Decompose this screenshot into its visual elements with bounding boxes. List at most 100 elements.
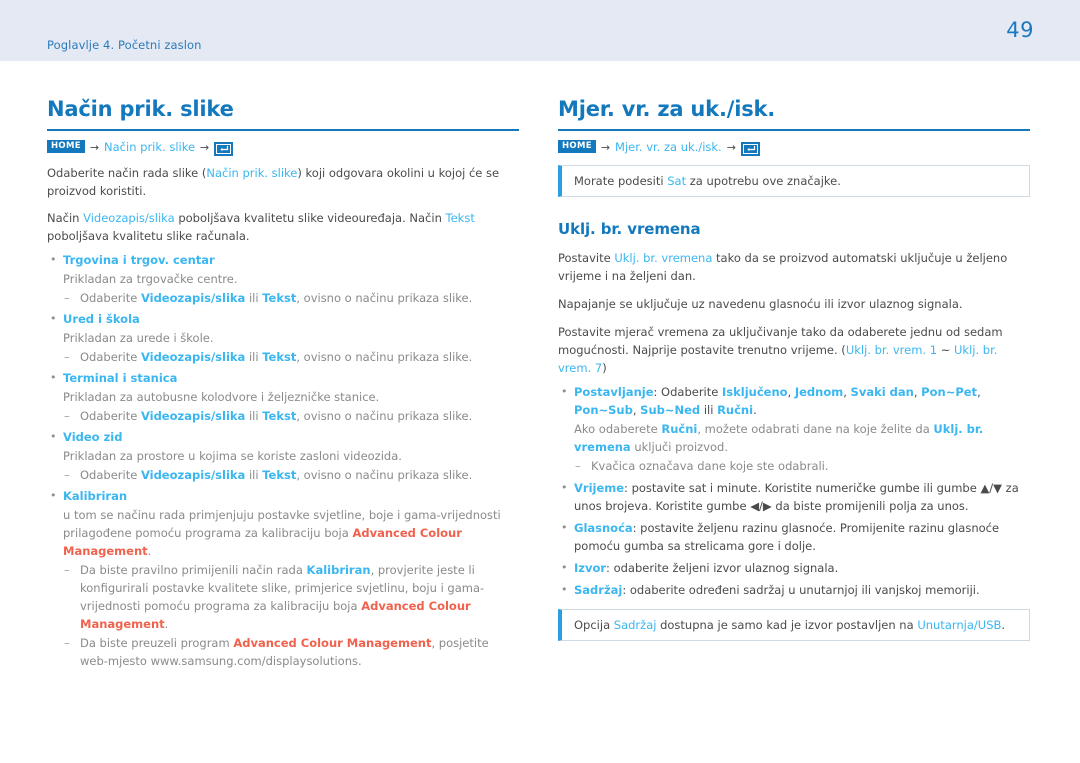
inline-link-tekst[interactable]: Tekst: [262, 350, 296, 364]
sub-list-item: Odaberite Videozapis/slika ili Tekst, ov…: [63, 289, 519, 307]
list-item[interactable]: Ured i škola Prikladan za urede i škole.…: [47, 310, 519, 366]
inline-link-tekst[interactable]: Tekst: [446, 211, 475, 225]
text: ili: [245, 468, 263, 482]
breadcrumb-item-label[interactable]: Način prik. slike: [104, 140, 195, 155]
inline-link-kalibriran[interactable]: Kalibriran: [307, 563, 371, 577]
text: uključi proizvod.: [630, 440, 728, 454]
option-rucni[interactable]: Ručni: [717, 403, 753, 417]
option-pon-sub[interactable]: Pon~Sub: [574, 403, 633, 417]
breadcrumb-item-label[interactable]: Mjer. vr. za uk./isk.: [615, 140, 722, 155]
arrow-icon: →: [600, 141, 611, 154]
page-number: 49: [1006, 18, 1034, 42]
sub-list: Odaberite Videozapis/slika ili Tekst, ov…: [63, 466, 519, 484]
text: Odaberite: [80, 468, 141, 482]
inline-link-sadrzaj[interactable]: Sadržaj: [614, 618, 657, 632]
left-intro-paragraph-1: Odaberite način rada slike (Način prik. …: [47, 164, 519, 200]
inline-link-tekst[interactable]: Tekst: [262, 468, 296, 482]
list-item[interactable]: Trgovina i trgov. centar Prikladan za tr…: [47, 251, 519, 307]
list-item-label[interactable]: Izvor: [574, 561, 606, 575]
chapter-label: Poglavlje 4. Početni zaslon: [47, 38, 202, 52]
inline-link-videozapis-slika[interactable]: Videozapis/slika: [141, 291, 245, 305]
list-item-kalibriran[interactable]: Kalibriran u tom se načinu rada primjenj…: [47, 487, 519, 670]
list-item-label[interactable]: Vrijeme: [574, 481, 624, 495]
text: ili: [245, 291, 263, 305]
right-title-rule: [558, 129, 1030, 131]
inline-link-tekst[interactable]: Tekst: [262, 409, 296, 423]
right-column: Mjer. vr. za uk./isk. HOME → Mjer. vr. z…: [558, 96, 1030, 641]
sub-list: Kvačica označava dane koje ste odabrali.: [574, 457, 1030, 475]
arrow-icon: →: [726, 141, 736, 154]
option-jednom[interactable]: Jednom: [795, 385, 843, 399]
list-item-label[interactable]: Sadržaj: [574, 583, 622, 597]
list-item-description: Prikladan za trgovačke centre.: [63, 272, 238, 286]
option-svaki-dan[interactable]: Svaki dan: [851, 385, 914, 399]
text: Ako odaberete: [574, 422, 662, 436]
inline-link-videozapis-slika[interactable]: Videozapis/slika: [83, 211, 175, 225]
list-item-label[interactable]: Glasnoća: [574, 521, 633, 535]
text: Odaberite: [80, 350, 141, 364]
list-item-glasnoca[interactable]: Glasnoća: postavite željenu razinu glasn…: [558, 519, 1030, 555]
text: .: [147, 544, 152, 558]
sub-list-item: Kvačica označava dane koje ste odabrali.: [574, 457, 1030, 475]
option-sub-ned[interactable]: Sub~Ned: [640, 403, 700, 417]
right-paragraph-3: Postavite mjerač vremena za uključivanje…: [558, 323, 1030, 377]
inline-link-videozapis-slika[interactable]: Videozapis/slika: [141, 468, 245, 482]
list-item-label[interactable]: Kalibriran: [63, 489, 127, 503]
text: Odaberite: [80, 409, 141, 423]
option-pon-pet[interactable]: Pon~Pet: [921, 385, 977, 399]
sub-list-item: Odaberite Videozapis/slika ili Tekst, ov…: [63, 348, 519, 366]
text: ,: [977, 385, 981, 399]
arrow-icon: →: [89, 141, 100, 154]
text: Postavite: [558, 251, 615, 265]
left-column: Način prik. slike HOME → Način prik. sli…: [47, 96, 519, 670]
text: Odaberite: [80, 291, 141, 305]
text: ,: [843, 385, 851, 399]
right-section-title: Mjer. vr. za uk./isk.: [558, 97, 776, 121]
home-chip[interactable]: HOME: [558, 140, 596, 153]
sub-list-item: Odaberite Videozapis/slika ili Tekst, ov…: [63, 407, 519, 425]
inline-link-sat[interactable]: Sat: [667, 174, 686, 188]
list-item-izvor[interactable]: Izvor: odaberite željeni izvor ulaznog s…: [558, 559, 1030, 577]
inline-link-unutarnja-usb[interactable]: Unutarnja/USB: [917, 618, 1001, 632]
list-item-label[interactable]: Terminal i stanica: [63, 371, 177, 385]
list-item-postavljanje[interactable]: Postavljanje: Odaberite Isključeno, Jedn…: [558, 383, 1030, 475]
left-mode-list: Trgovina i trgov. centar Prikladan za tr…: [47, 251, 519, 670]
text: Morate podesiti: [574, 174, 668, 188]
right-paragraph-1: Postavite Uklj. br. vremena tako da se p…: [558, 249, 1030, 285]
manual-page: Poglavlje 4. Početni zaslon 49 Način pri…: [0, 0, 1080, 763]
enter-key-icon: [214, 141, 234, 156]
inline-link-uklj-br-vrem-1[interactable]: Uklj. br. vrem. 1: [846, 343, 937, 357]
left-title-rule: [47, 129, 519, 131]
sub-list-item: Odaberite Videozapis/slika ili Tekst, ov…: [63, 466, 519, 484]
home-chip[interactable]: HOME: [47, 140, 85, 153]
list-item-label[interactable]: Ured i škola: [63, 312, 140, 326]
inline-link-videozapis-slika[interactable]: Videozapis/slika: [141, 350, 245, 364]
text: , ovisno o načinu prikaza slike.: [296, 409, 473, 423]
list-item-label[interactable]: Trgovina i trgov. centar: [63, 253, 215, 267]
enter-key-icon: [740, 141, 760, 156]
inline-link-uklj-br-vremena[interactable]: Uklj. br. vremena: [614, 251, 712, 265]
inline-link-rucni[interactable]: Ručni: [661, 422, 697, 436]
list-item-sadrzaj[interactable]: Sadržaj: odaberite određeni sadržaj u un…: [558, 581, 1030, 599]
text: poboljšava kvalitetu slike videouređaja.…: [174, 211, 446, 225]
list-item-description: : odaberite željeni izvor ulaznog signal…: [606, 561, 839, 575]
right-subsection-title: Uklj. br. vremena: [558, 220, 701, 238]
arrow-icon: →: [200, 141, 210, 154]
list-item-description: : postavite željenu razinu glasnoće. Pro…: [574, 521, 1000, 553]
list-item-vrijeme[interactable]: Vrijeme: postavite sat i minute. Koristi…: [558, 479, 1030, 515]
sub-list: Odaberite Videozapis/slika ili Tekst, ov…: [63, 407, 519, 425]
inline-link-nacin-prik-slike[interactable]: Način prik. slike: [206, 166, 297, 180]
list-item-label[interactable]: Postavljanje: [574, 385, 654, 399]
list-item[interactable]: Video zid Prikladan za prostore u kojima…: [47, 428, 519, 484]
text: dostupna je samo kad je izvor postavljen…: [656, 618, 918, 632]
list-item[interactable]: Terminal i stanica Prikladan za autobusn…: [47, 369, 519, 425]
text: Opcija: [574, 618, 614, 632]
option-iskljuceno[interactable]: Isključeno: [722, 385, 788, 399]
list-item-description: Prikladan za prostore u kojima se korist…: [63, 449, 402, 463]
left-breadcrumb: HOME → Način prik. slike →: [47, 140, 519, 156]
list-item-label[interactable]: Video zid: [63, 430, 122, 444]
inline-link-tekst[interactable]: Tekst: [262, 291, 296, 305]
text: , ovisno o načinu prikaza slike.: [296, 468, 473, 482]
inline-link-videozapis-slika[interactable]: Videozapis/slika: [141, 409, 245, 423]
text: ): [602, 361, 607, 375]
